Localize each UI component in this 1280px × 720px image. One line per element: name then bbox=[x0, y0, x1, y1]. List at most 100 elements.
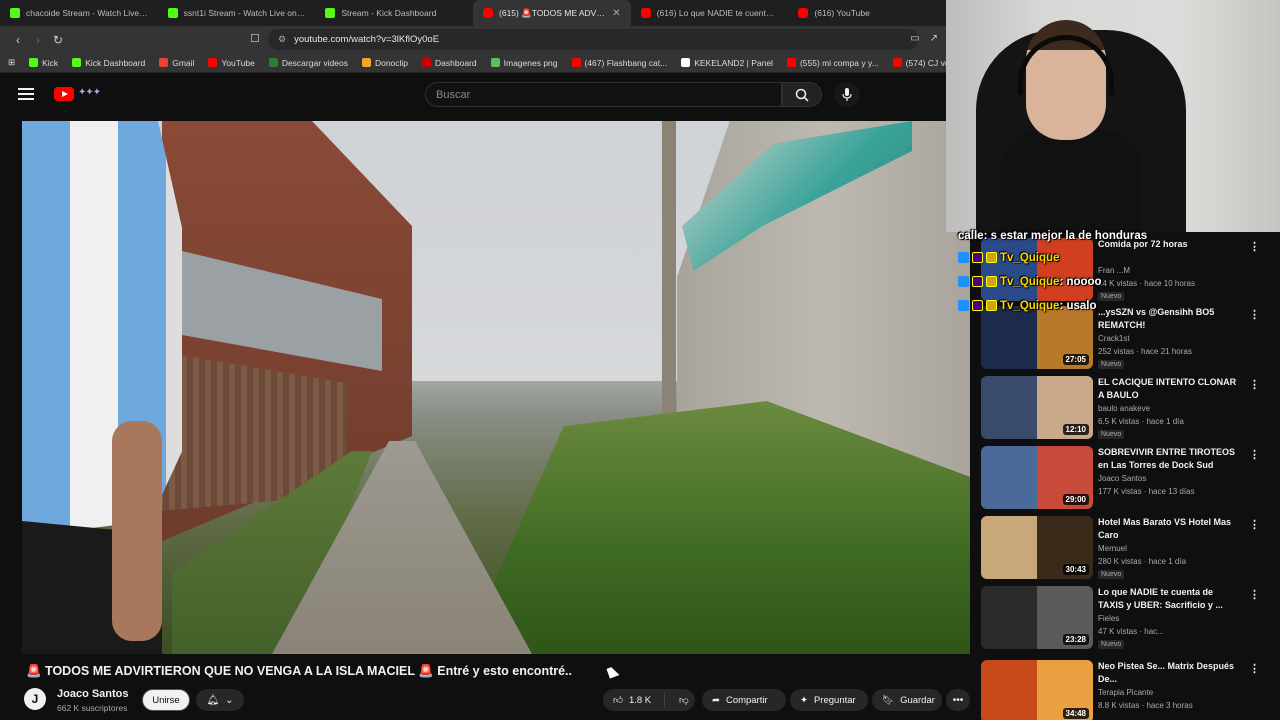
site-info-icon[interactable]: ⚙ bbox=[278, 34, 286, 45]
bookmark-item[interactable]: (555) mi compa y y... bbox=[786, 58, 879, 68]
apps-grid-icon[interactable]: ⊞ bbox=[8, 57, 15, 68]
video-title-link[interactable]: Neo Pistea Se... Matrix Después De... bbox=[1098, 660, 1238, 685]
kick-favicon-icon bbox=[167, 8, 178, 18]
bookmark-item[interactable]: YouTube bbox=[208, 58, 255, 68]
recommended-video-card[interactable]: 12:10 EL CACIQUE INTENTO CLONAR A BAULO ba… bbox=[981, 376, 1271, 440]
video-thumbnail[interactable]: 23:28 bbox=[981, 586, 1093, 649]
tab-title: Stream - Kick Dashboard bbox=[341, 8, 437, 18]
channel-link[interactable]: Joaco Santos bbox=[1098, 474, 1146, 483]
doodle-logo-icon[interactable]: ✦✦✦ bbox=[78, 87, 101, 98]
chat-badge-icon bbox=[986, 276, 997, 288]
channel-subscribers: 662 K suscriptores bbox=[57, 703, 128, 713]
video-title: 🚨 TODOS ME ADVIRTIERON QUE NO VENGA A LA… bbox=[26, 664, 573, 678]
recommended-video-card[interactable]: 30:43 Hotel Mas Barato VS Hotel Mas Caro M… bbox=[981, 516, 1271, 580]
save-button[interactable]: 🔖︎ Guardar bbox=[872, 689, 942, 711]
video-meta: 177 K vistas · hace 13 días bbox=[1098, 487, 1195, 496]
bookmark-item[interactable]: (574) CJ volando en... bbox=[892, 57, 946, 68]
bookmark-favicon-icon bbox=[571, 58, 581, 67]
bookmark-item[interactable]: Donoclip bbox=[361, 57, 409, 68]
bookmark-item[interactable]: Gmail bbox=[159, 58, 194, 68]
voice-search-button[interactable] bbox=[834, 82, 860, 107]
channel-avatar[interactable]: J bbox=[24, 688, 46, 710]
channel-link[interactable]: baulo anakeve bbox=[1098, 404, 1150, 413]
dislike-button[interactable]: 👎︎ bbox=[671, 694, 689, 706]
channel-link[interactable]: Fieles bbox=[1098, 614, 1119, 623]
browser-tab[interactable]: (616) Lo que NADIE te cuenta de TA bbox=[631, 0, 789, 26]
video-thumbnail[interactable]: 12:10 bbox=[981, 376, 1093, 439]
search-button[interactable] bbox=[782, 82, 822, 107]
recommended-video-card[interactable]: 34:48 Neo Pistea Se... Matrix Después De.… bbox=[981, 660, 1271, 720]
video-title-link[interactable]: Lo que NADIE te cuenta de TAXIS y UBER: … bbox=[1098, 586, 1238, 611]
url-field[interactable]: ⚙ youtube.com/watch?v=3lKflOy0oE bbox=[268, 29, 918, 50]
video-thumbnail[interactable]: 34:48 bbox=[981, 660, 1093, 720]
channel-link[interactable]: Crack1st bbox=[1098, 334, 1130, 343]
search-icon bbox=[795, 88, 809, 102]
recommended-video-card[interactable]: 23:28 Lo que NADIE te cuenta de TAXIS y U… bbox=[981, 586, 1271, 650]
bookmark-item[interactable]: Descargar videos bbox=[268, 58, 348, 68]
bookmark-label: (574) CJ volando en... bbox=[905, 57, 946, 68]
search-input[interactable]: Buscar bbox=[425, 82, 782, 107]
share-button[interactable]: ➦ Compartir bbox=[702, 689, 786, 711]
ask-button[interactable]: ✦ Preguntar bbox=[790, 689, 868, 711]
video-meta: 8.8 K vistas · hace 3 horas bbox=[1098, 701, 1193, 710]
browser-tab[interactable]: chacoide Stream - Watch Live on bbox=[0, 0, 158, 26]
more-vertical-icon[interactable]: ⋮ bbox=[1249, 518, 1260, 531]
chat-badge-icon bbox=[986, 300, 997, 312]
bookmark-item[interactable]: Kick bbox=[29, 58, 58, 68]
webcam-streamer-body bbox=[1001, 130, 1141, 232]
chat-badge-icon bbox=[972, 300, 983, 312]
menu-icon[interactable] bbox=[18, 88, 34, 100]
close-tab-icon[interactable]: ✕ bbox=[612, 8, 620, 19]
browser-tab[interactable]: Stream - Kick Dashboard bbox=[315, 0, 473, 26]
more-vertical-icon[interactable]: ⋮ bbox=[1249, 588, 1260, 601]
video-meta: 280 K vistas · hace 1 día bbox=[1098, 557, 1187, 566]
webcam-overlay bbox=[946, 0, 1280, 232]
more-vertical-icon[interactable]: ⋮ bbox=[1249, 448, 1260, 461]
video-thumbnail[interactable]: 29:00 bbox=[981, 446, 1093, 509]
bookmark-label: Kick Dashboard bbox=[85, 57, 146, 68]
chevron-down-icon: ⌄ bbox=[225, 694, 234, 706]
tab-search-icon[interactable]: ▭ bbox=[910, 33, 919, 44]
youtube-logo[interactable] bbox=[54, 87, 74, 101]
recommended-video-card[interactable]: 29:00 SOBREVIVIR ENTRE TIROTEOS en Las To… bbox=[981, 446, 1271, 510]
channel-link[interactable]: Terapia Picante bbox=[1098, 688, 1153, 697]
video-duration: 29:00 bbox=[1062, 494, 1089, 505]
bookmark-item[interactable]: Imagenes png bbox=[490, 58, 558, 68]
video-title-link[interactable]: Hotel Mas Barato VS Hotel Mas Caro bbox=[1098, 516, 1238, 541]
bell-icon: 🔔︎ bbox=[206, 694, 220, 706]
video-duration: 30:43 bbox=[1062, 564, 1089, 575]
like-button[interactable]: 👍︎ 1.8 K bbox=[603, 693, 665, 707]
chat-message: Tv_Quique: noooo bbox=[958, 276, 1102, 288]
bookmark-favicon-icon bbox=[422, 58, 432, 67]
more-vertical-icon[interactable]: ⋮ bbox=[1249, 240, 1260, 253]
browser-tab[interactable]: (615) 🚨TODOS ME ADVIRTI ✕ bbox=[473, 0, 631, 26]
channel-link[interactable]: Mernuel bbox=[1098, 544, 1127, 553]
bookmark-item[interactable]: (467) Flashbang cat... bbox=[571, 58, 667, 68]
notifications-button[interactable]: 🔔︎ ⌄ bbox=[196, 689, 244, 711]
new-badge: Nuevo bbox=[1098, 640, 1125, 649]
video-title-link[interactable]: EL CACIQUE INTENTO CLONAR A BAULO bbox=[1098, 376, 1238, 401]
bookmark-item[interactable]: KEKELAND2 | Panel bbox=[681, 58, 773, 68]
bookmark-label: Donoclip bbox=[374, 57, 409, 68]
more-actions-button[interactable]: ••• bbox=[946, 689, 970, 711]
kick-favicon-icon bbox=[325, 8, 336, 18]
more-vertical-icon[interactable]: ⋮ bbox=[1249, 662, 1260, 675]
browser-tab[interactable]: ssnt1i Stream - Watch Live on Ki bbox=[158, 0, 316, 26]
bookmarks-bar: ⊞ Kick Kick Dashboard Gmail YouTube Descarga… bbox=[0, 53, 946, 73]
more-horizontal-icon: ••• bbox=[952, 694, 964, 706]
bookmark-item[interactable]: Kick Dashboard bbox=[72, 58, 145, 68]
video-title-link[interactable]: SOBREVIVIR ENTRE TIROTEOS en Las Torres … bbox=[1098, 446, 1238, 471]
join-button[interactable]: Unirse bbox=[142, 689, 190, 711]
more-vertical-icon[interactable]: ⋮ bbox=[1249, 378, 1260, 391]
bookmark-icon[interactable]: ☐ bbox=[250, 32, 260, 45]
forward-icon[interactable]: › bbox=[28, 33, 48, 47]
share-page-icon[interactable]: ↗ bbox=[930, 33, 938, 44]
bookmark-item[interactable]: Dashboard bbox=[422, 58, 477, 68]
channel-name[interactable]: Joaco Santos bbox=[57, 688, 129, 700]
browser-tab[interactable]: (616) YouTube bbox=[788, 0, 946, 26]
reload-icon[interactable]: ↻ bbox=[48, 33, 68, 47]
video-thumbnail[interactable]: 30:43 bbox=[981, 516, 1093, 579]
more-vertical-icon[interactable]: ⋮ bbox=[1249, 308, 1260, 321]
back-icon[interactable]: ‹ bbox=[8, 33, 28, 47]
video-player[interactable] bbox=[22, 121, 970, 654]
